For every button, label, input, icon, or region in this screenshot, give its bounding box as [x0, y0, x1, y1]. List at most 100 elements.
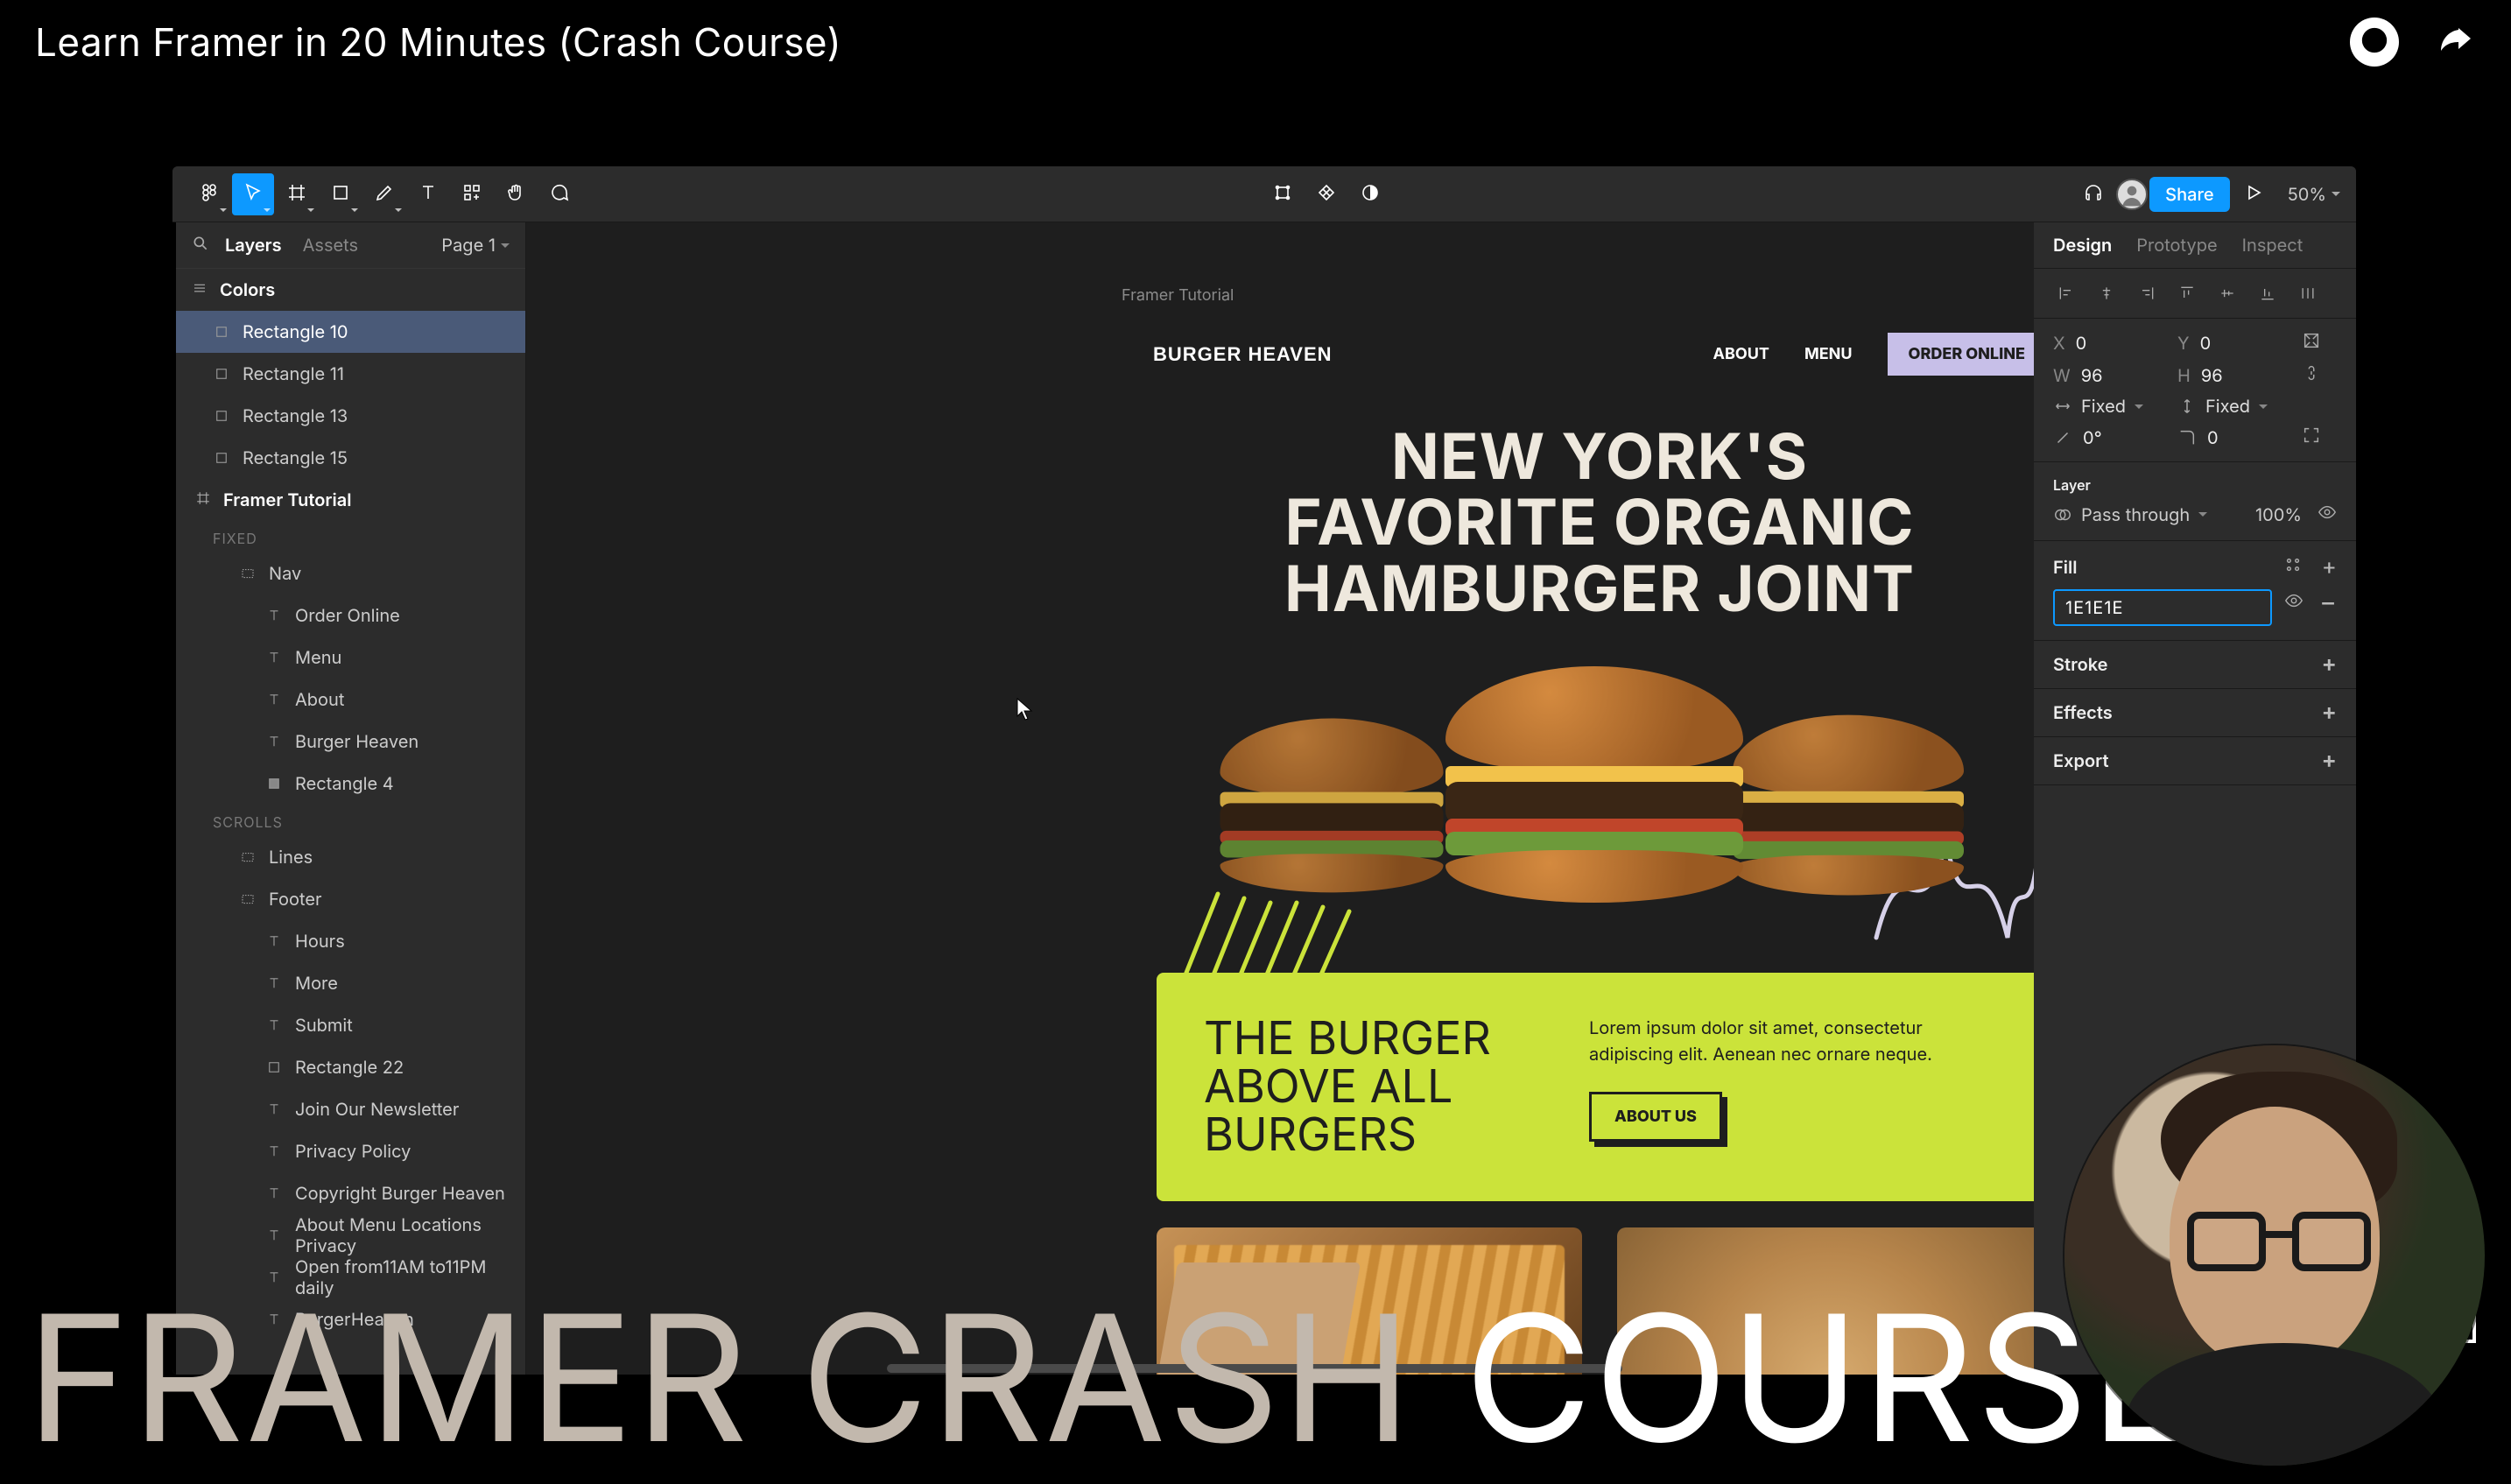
add-effect-button[interactable]: +: [2322, 701, 2338, 724]
text-icon: [265, 1143, 283, 1160]
layer-rectangle-11[interactable]: Rectangle 11: [176, 353, 525, 395]
text-icon: [265, 691, 283, 708]
present-button[interactable]: [2232, 173, 2274, 215]
rect-fill-icon: [265, 775, 283, 792]
layer-menu[interactable]: Menu: [176, 637, 525, 679]
text-tool[interactable]: [407, 173, 449, 215]
blend-mode-value: Pass through: [2081, 504, 2190, 525]
align-left-button[interactable]: [2048, 279, 2085, 307]
shape-tool[interactable]: [320, 173, 362, 215]
absolute-position-button[interactable]: [2302, 331, 2337, 355]
search-icon[interactable]: [192, 235, 209, 256]
mask-icon: [1360, 182, 1381, 207]
main-menu-button[interactable]: [188, 173, 230, 215]
layer-label: Copyright Burger Heaven: [295, 1183, 505, 1204]
text-icon: [265, 649, 283, 666]
layer-label: Order Online: [295, 605, 400, 626]
add-fill-button[interactable]: +: [2322, 556, 2337, 579]
align-bottom-button[interactable]: [2249, 279, 2286, 307]
chevron-down-icon: [351, 208, 358, 212]
width-sizing-dropdown[interactable]: Fixed: [2053, 396, 2165, 417]
x-input[interactable]: X0: [2053, 333, 2165, 354]
add-stroke-button[interactable]: +: [2322, 653, 2338, 676]
tab-layers[interactable]: Layers: [225, 235, 282, 256]
layer-join[interactable]: Join Our Newsletter: [176, 1088, 525, 1130]
layer-privacy[interactable]: Privacy Policy: [176, 1130, 525, 1172]
page-dropdown[interactable]: Page 1: [441, 235, 510, 256]
layer-rectangle-15[interactable]: Rectangle 15: [176, 437, 525, 479]
layer-opacity-input[interactable]: 100%: [2255, 504, 2302, 525]
blend-mode-dropdown[interactable]: Pass through: [2053, 504, 2207, 525]
layer-order-online[interactable]: Order Online: [176, 594, 525, 637]
canvas[interactable]: Framer Tutorial Colors BURGER HEAVEN ABO…: [526, 222, 2034, 1375]
layer-amlp[interactable]: About Menu Locations Privacy: [176, 1214, 525, 1256]
tab-design[interactable]: Design: [2053, 235, 2112, 256]
hand-icon: [505, 182, 526, 207]
section-colors[interactable]: Colors: [176, 268, 525, 311]
fill-color-row[interactable]: 100%: [2053, 589, 2272, 626]
y-input[interactable]: Y0: [2177, 333, 2289, 354]
layer-copyright[interactable]: Copyright Burger Heaven: [176, 1172, 525, 1214]
comment-tool[interactable]: [538, 173, 580, 215]
tidy-up-button[interactable]: [2289, 279, 2326, 307]
tab-assets[interactable]: Assets: [303, 235, 358, 256]
individual-corners-button[interactable]: [2302, 426, 2337, 449]
figma-window: Share 50% Layers Assets Page 1: [172, 166, 2356, 1375]
fill-hex-input[interactable]: [2062, 592, 2272, 623]
artboard[interactable]: BURGER HEAVEN ABOUT MENU ORDER ONLINE NE…: [1122, 310, 2034, 1375]
frame-icon: [286, 182, 307, 207]
align-top-button[interactable]: [2169, 279, 2205, 307]
hand-tool[interactable]: [495, 173, 537, 215]
frame-tool[interactable]: [276, 173, 318, 215]
audio-button[interactable]: [2072, 173, 2114, 215]
pen-tool[interactable]: [363, 173, 405, 215]
tab-prototype[interactable]: Prototype: [2136, 235, 2217, 256]
clock-icon: [2360, 25, 2389, 59]
mask-tool[interactable]: [1349, 173, 1391, 215]
h-input[interactable]: H96: [2177, 365, 2289, 386]
add-export-button[interactable]: +: [2322, 749, 2338, 772]
frame-name-label[interactable]: Framer Tutorial: [1122, 286, 1234, 305]
layer-rectangle-4[interactable]: Rectangle 4: [176, 763, 525, 805]
share-button[interactable]: [2434, 19, 2476, 65]
resources-tool[interactable]: [451, 173, 493, 215]
height-sizing-dropdown[interactable]: Fixed: [2177, 396, 2289, 417]
layer-footer[interactable]: Footer: [176, 878, 525, 920]
constrain-proportions-button[interactable]: [2302, 363, 2337, 387]
w-input[interactable]: W96: [2053, 365, 2165, 386]
layer-rectangle-13[interactable]: Rectangle 13: [176, 395, 525, 437]
user-avatar[interactable]: [2116, 179, 2148, 210]
zoom-dropdown[interactable]: 50%: [2275, 184, 2340, 205]
align-vcenter-button[interactable]: [2209, 279, 2246, 307]
visibility-toggle[interactable]: [2318, 503, 2337, 526]
text-icon: [265, 1016, 283, 1034]
variant-tool[interactable]: [1305, 173, 1347, 215]
align-hcenter-button[interactable]: [2088, 279, 2125, 307]
radius-input[interactable]: 0: [2177, 427, 2289, 448]
layer-nav[interactable]: Nav: [176, 552, 525, 594]
pen-icon: [374, 182, 395, 207]
rect-icon: [213, 323, 230, 341]
tab-inspect[interactable]: Inspect: [2242, 235, 2304, 256]
share-button-header[interactable]: Share: [2149, 177, 2229, 212]
rotation-input[interactable]: 0°: [2053, 427, 2165, 448]
layer-burger-heaven[interactable]: Burger Heaven: [176, 721, 525, 763]
layer-label: Rectangle 13: [243, 405, 348, 426]
layer-submit[interactable]: Submit: [176, 1004, 525, 1046]
video-header: Learn Framer in 20 Minutes (Crash Course…: [0, 0, 2511, 75]
watch-later-button[interactable]: [2350, 18, 2399, 67]
fill-style-button[interactable]: [2283, 555, 2303, 579]
move-tool[interactable]: [232, 173, 274, 215]
layer-rectangle-10[interactable]: Rectangle 10: [176, 311, 525, 353]
component-tool[interactable]: [1262, 173, 1304, 215]
layer-rectangle-22[interactable]: Rectangle 22: [176, 1046, 525, 1088]
layer-about[interactable]: About: [176, 679, 525, 721]
layer-more[interactable]: More: [176, 962, 525, 1004]
layer-hours[interactable]: Hours: [176, 920, 525, 962]
layer-lines[interactable]: Lines: [176, 836, 525, 878]
section-framer-tutorial[interactable]: Framer Tutorial: [176, 479, 525, 521]
fill-visibility-toggle[interactable]: [2284, 591, 2304, 614]
figma-logo-icon: [199, 182, 220, 207]
align-right-button[interactable]: [2128, 279, 2165, 307]
remove-fill-button[interactable]: −: [2319, 589, 2337, 615]
